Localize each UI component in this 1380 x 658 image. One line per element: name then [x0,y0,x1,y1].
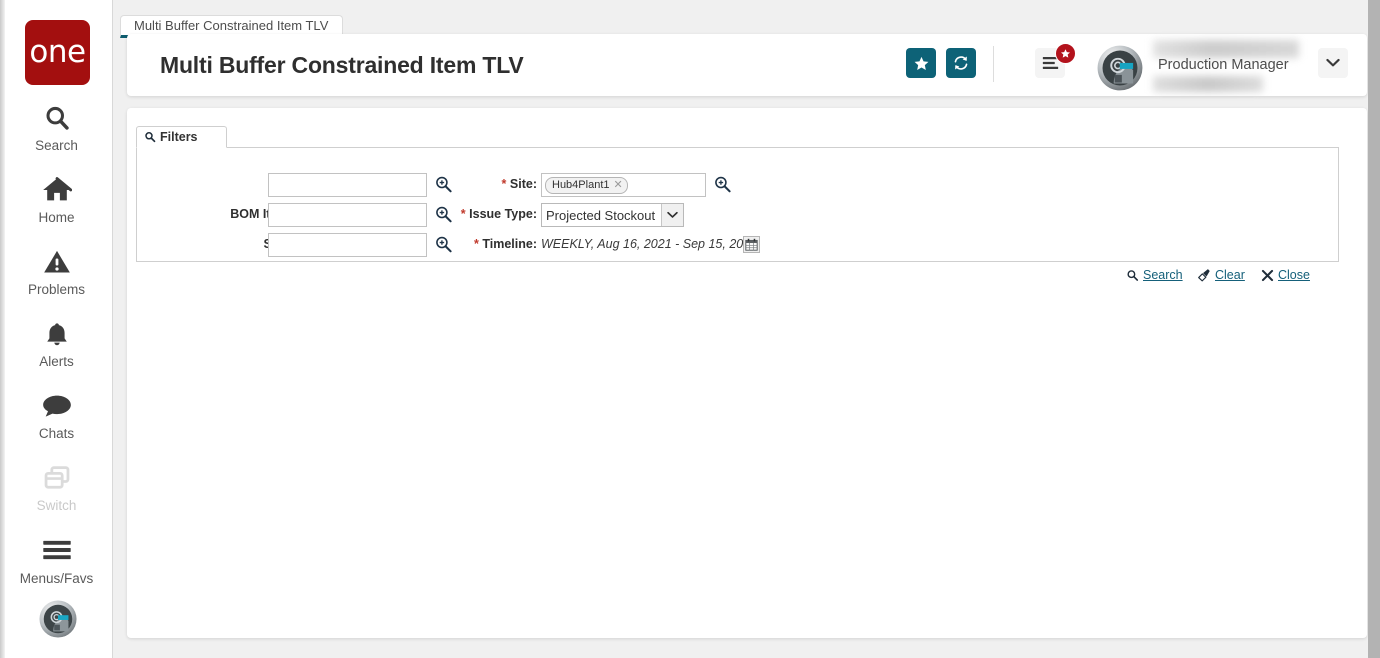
sidebar-item-alerts[interactable]: Alerts [0,320,113,369]
user-menu-dropdown-button[interactable] [1318,48,1348,78]
site-label-text: Site: [509,177,537,191]
sidebar-item-home[interactable]: Home [0,176,113,225]
site-chip[interactable]: Hub4Plant1 ✕ [545,177,628,194]
header-divider [993,46,994,82]
filters-clear-label: Clear [1215,268,1245,282]
scenario-name-input[interactable] [268,233,427,257]
close-icon [1261,269,1274,281]
site-label: * Site: [437,171,537,197]
issue-type-label-text: Issue Type: [469,207,537,221]
bell-icon [0,320,113,352]
filters-panel: Item: * Site: Hub4Plant1 ✕ [136,148,1339,282]
search-icon [0,104,113,136]
main-region: Multi Buffer Constrained Item TLV Multi … [113,0,1368,658]
sidebar-item-problems[interactable]: Problems [0,248,113,297]
timeline-required-marker: * [473,237,479,251]
user-avatar[interactable] [1097,45,1143,91]
site-lookup-icon[interactable] [713,175,732,199]
refresh-button[interactable] [946,48,976,78]
sidebar-item-label: Search [35,138,78,153]
document-tab-strip: Multi Buffer Constrained Item TLV [113,0,1368,38]
search-icon [1127,269,1139,281]
star-icon [1061,49,1070,58]
timeline-label-text: Timeline: [482,237,537,251]
issue-type-label: * Issue Type: [417,201,537,227]
page-content-card: Filters Item: * Site: Hub4Plant1 ✕ [127,108,1367,638]
bom-item-enterprise-input[interactable] [268,203,427,227]
user-role-label: Production Manager [1158,57,1289,73]
timeline-label: * Timeline: [432,231,537,257]
sidebar-item-label: Switch [36,498,77,513]
sidebar-item-label: Home [38,210,75,225]
sidebar-item-search[interactable]: Search [0,104,113,153]
star-icon [914,56,928,70]
filters-close-label: Close [1278,268,1310,282]
site-input[interactable]: Hub4Plant1 ✕ [541,173,706,197]
sidebar-item-label: Menus/Favs [19,571,94,586]
switch-icon [0,464,113,496]
sidebar-item-menus-favs[interactable]: Menus/Favs [0,537,113,586]
app-root: one Search Home Problems Alerts Chats Sw… [0,0,1380,658]
hamburger-icon [0,537,113,569]
window-right-edge [1368,0,1380,658]
eraser-icon [1198,269,1210,282]
search-icon [145,132,156,143]
timeline-value: WEEKLY, Aug 16, 2021 - Sep 15, 2021 [541,237,758,251]
site-required-marker: * [501,177,507,191]
site-chip-label: Hub4Plant1 [552,179,610,191]
item-input[interactable] [268,173,427,197]
tab-filters-label: Filters [160,130,198,144]
home-icon [0,176,113,208]
issue-type-select[interactable]: Projected Stockout [541,203,684,227]
redacted-username [1153,40,1299,58]
favorite-button[interactable] [906,48,936,78]
sidebar-user-avatar[interactable] [39,600,77,638]
sidebar-item-switch[interactable]: Switch [0,464,113,513]
issue-type-selected-value: Projected Stockout [546,207,656,223]
tab-filters[interactable]: Filters [136,126,227,148]
filters-search-link[interactable]: Search [1126,268,1183,282]
page-title: Multi Buffer Constrained Item TLV [160,52,524,78]
filters-search-label: Search [1143,268,1183,282]
page-header-card: Multi Buffer Constrained Item TLV Produc… [127,34,1367,96]
issue-type-required-marker: * [460,207,466,221]
filters-clear-link[interactable]: Clear [1197,268,1245,282]
warning-icon [0,248,113,280]
chevron-down-icon[interactable] [661,204,683,226]
chevron-down-icon [1326,58,1340,67]
filters-close-link[interactable]: Close [1261,268,1310,282]
sidebar-item-label: Alerts [39,354,74,369]
left-sidebar: one Search Home Problems Alerts Chats Sw… [0,0,113,658]
sidebar-item-label: Problems [27,282,86,297]
refresh-icon [954,56,968,70]
redacted-organization [1153,76,1263,92]
calendar-icon[interactable] [743,236,760,253]
sidebar-item-chats[interactable]: Chats [0,392,113,441]
close-icon[interactable]: ✕ [614,178,623,193]
app-logo[interactable]: one [25,20,90,85]
chat-icon [0,392,113,424]
app-logo-text: one [29,34,86,70]
menu-notification-badge [1055,43,1076,64]
sidebar-item-label: Chats [38,426,75,441]
